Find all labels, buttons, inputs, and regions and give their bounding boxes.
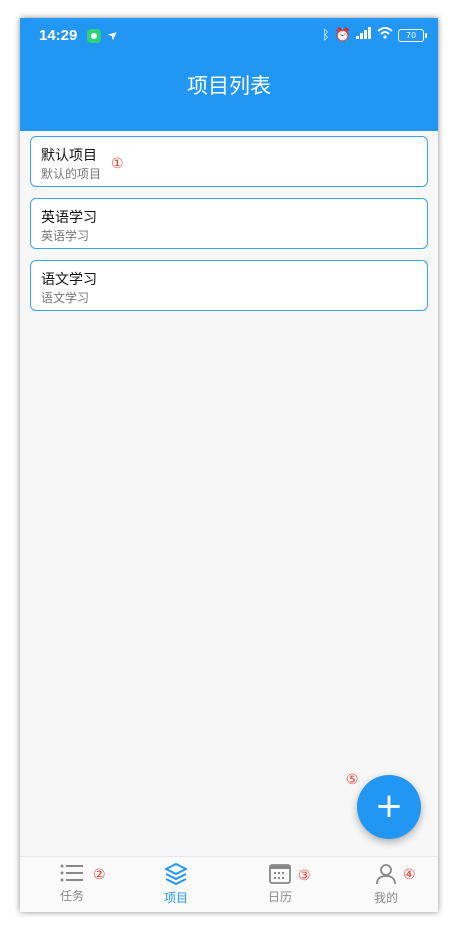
tab-label: 项目 xyxy=(163,891,188,905)
alarm-icon: ⏰ xyxy=(334,27,351,43)
annotation-marker-5: ⑤ xyxy=(346,772,359,788)
project-desc: 英语学习 xyxy=(41,229,90,243)
location-arrow-icon: ➤ xyxy=(104,26,122,44)
project-name: 语文学习 xyxy=(41,272,97,288)
calendar-icon xyxy=(269,864,291,884)
project-item[interactable]: 英语学习 英语学习 xyxy=(30,198,428,249)
layers-icon xyxy=(165,863,187,885)
tab-projects[interactable]: 项目 xyxy=(141,863,211,906)
signal-icon xyxy=(356,27,372,43)
project-list: 默认项目 默认的项目 ① 英语学习 英语学习 语文学习 语文学习 xyxy=(30,136,428,322)
tab-label: 日历 xyxy=(267,890,292,904)
project-item[interactable]: 默认项目 默认的项目 ① xyxy=(30,136,428,187)
annotation-marker-4: ④ xyxy=(403,867,416,883)
status-bar: 14:29 ➤ ᛒ ⏰ 70 xyxy=(20,18,438,56)
tab-label: 任务 xyxy=(59,889,84,903)
project-desc: 语文学习 xyxy=(41,291,90,305)
annotation-marker-2: ② xyxy=(93,867,106,883)
page-title: 项目列表 xyxy=(187,74,271,98)
tab-label: 我的 xyxy=(373,891,398,905)
project-desc: 默认的项目 xyxy=(41,167,102,181)
user-icon xyxy=(376,864,396,885)
list-icon xyxy=(60,864,83,882)
app-bar: 14:29 ➤ ᛒ ⏰ 70 项目列表 xyxy=(20,18,438,131)
battery-icon: 70 xyxy=(398,28,427,42)
status-icons: ᛒ ⏰ 70 xyxy=(322,27,427,43)
project-name: 默认项目 xyxy=(41,148,97,164)
status-time: 14:29 xyxy=(39,27,78,44)
project-name: 英语学习 xyxy=(41,210,97,226)
bluetooth-icon: ᛒ xyxy=(322,27,330,43)
project-item[interactable]: 语文学习 语文学习 xyxy=(30,260,428,311)
annotation-marker-1: ① xyxy=(111,156,124,172)
annotation-marker-3: ③ xyxy=(298,868,311,884)
phone-screen: 14:29 ➤ ᛒ ⏰ 70 项目列表 默认项目 默认的项目 ① 英语学习 英语… xyxy=(20,18,438,912)
wifi-icon xyxy=(377,27,393,43)
add-project-button[interactable]: + xyxy=(357,775,421,839)
bottom-navigation: 任务 ② 项目 日历 ③ 我的 ④ xyxy=(20,856,438,912)
app-notification-icon xyxy=(87,29,101,43)
